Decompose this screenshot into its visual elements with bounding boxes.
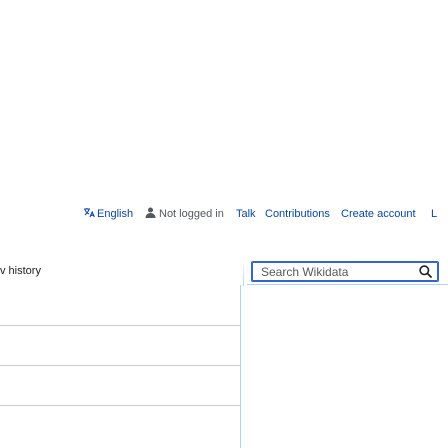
personal-tools: English Not logged in Talk Contributions… — [0, 206, 448, 222]
tab-underline — [247, 284, 448, 285]
contributions-link[interactable]: Contributions — [265, 206, 330, 222]
sidebar-panel — [0, 285, 241, 448]
user-icon — [145, 206, 156, 222]
not-logged-in-label: Not logged in — [159, 208, 224, 220]
search-placeholder: Search Wikidata — [261, 265, 349, 279]
sidebar-divider — [0, 325, 240, 326]
talk-link[interactable]: Talk — [236, 206, 256, 222]
sidebar-divider — [0, 405, 240, 406]
language-icon[interactable] — [83, 206, 95, 222]
sidebar-divider — [0, 365, 240, 366]
create-account-link[interactable]: Create account — [341, 206, 416, 222]
tab-view-history[interactable]: v history — [0, 264, 41, 278]
search-icon[interactable] — [419, 265, 432, 283]
tab-divider — [243, 260, 244, 286]
language-link[interactable]: English — [97, 206, 133, 222]
search-input[interactable]: Search Wikidata — [251, 261, 439, 282]
log-in-link[interactable]: L — [431, 206, 437, 222]
